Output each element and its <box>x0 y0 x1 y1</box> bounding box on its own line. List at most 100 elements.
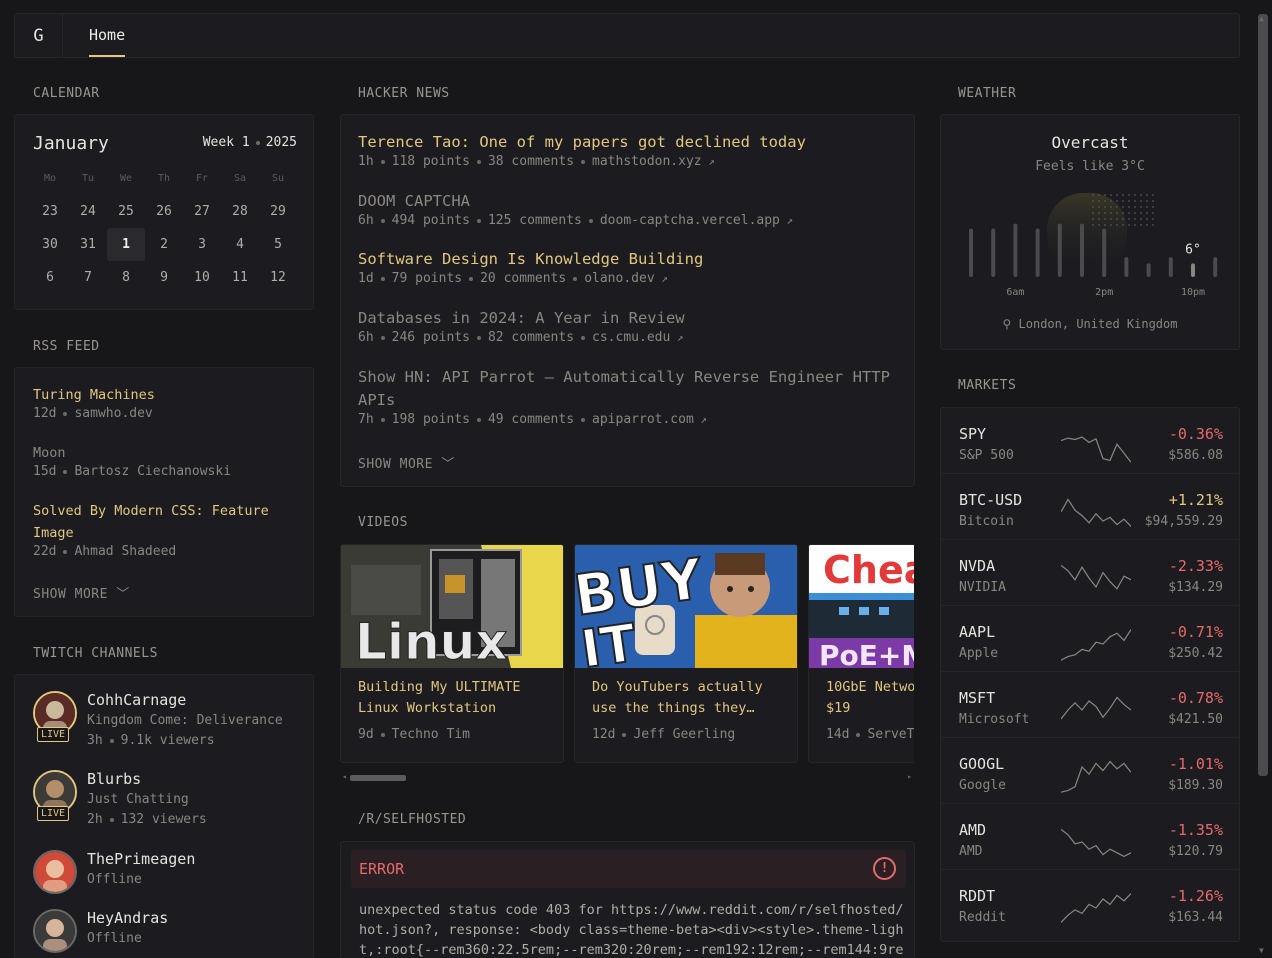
videos-carousel[interactable]: Linux Building My ULTIMATE Linux Worksta… <box>340 544 914 764</box>
active-tab-indicator <box>89 55 125 57</box>
hn-story-domain[interactable]: olano.dev <box>584 271 654 286</box>
video-thumbnail[interactable]: Chea PoE+M <box>809 545 914 668</box>
weather-widget: Overcast Feels like 3°C 6° 6am 2pm 10pm ⚲ L… <box>940 114 1240 350</box>
hn-show-more-button[interactable]: SHOW MORE ﹀ <box>358 453 455 472</box>
market-symbol[interactable]: BTC-USD <box>959 491 1022 509</box>
market-name: Reddit <box>959 910 1006 925</box>
hn-story-title[interactable]: Databases in 2024: A Year in Review <box>358 307 898 330</box>
twitch-channel[interactable]: LIVE Blurbs Just Chatting 2h 132 viewers <box>33 770 303 830</box>
rss-item-source[interactable]: Bartosz Ciechanowski <box>74 464 231 479</box>
market-row[interactable]: AAPL Apple -0.71% $250.42 <box>941 606 1239 672</box>
hn-story-domain[interactable]: doom-captcha.vercel.app <box>600 213 780 228</box>
video-title[interactable]: 10GbE Network Budget: $19 <box>826 677 914 719</box>
channel-avatar[interactable] <box>33 850 77 894</box>
calendar-day[interactable]: 10 <box>183 261 221 294</box>
market-row[interactable]: BTC-USD Bitcoin +1.21% $94,559.29 <box>941 474 1239 540</box>
video-title[interactable]: Do YouTubers actually use the things the… <box>592 677 792 719</box>
sparkline-path <box>1061 696 1131 720</box>
calendar-day[interactable]: 23 <box>31 195 69 228</box>
hn-story-title[interactable]: Software Design Is Knowledge Building <box>358 248 898 271</box>
rss-item-source[interactable]: Ahmad Shadeed <box>74 544 176 559</box>
market-row[interactable]: NVDA NVIDIA -2.33% $134.29 <box>941 540 1239 606</box>
calendar-day[interactable]: 9 <box>145 261 183 294</box>
hn-story-comments[interactable]: 20 comments <box>480 271 566 286</box>
calendar-day[interactable]: 29 <box>259 195 297 228</box>
market-symbol[interactable]: NVDA <box>959 557 995 575</box>
calendar-day[interactable]: 8 <box>107 261 145 294</box>
market-row[interactable]: MSFT Microsoft -0.78% $421.50 <box>941 672 1239 738</box>
market-symbol[interactable]: AAPL <box>959 623 995 641</box>
channel-status: Just Chatting <box>87 792 189 807</box>
hn-story-title[interactable]: DOOM CAPTCHA <box>358 190 898 213</box>
calendar-day[interactable]: 28 <box>221 195 259 228</box>
hn-story-comments[interactable]: 82 comments <box>488 330 574 345</box>
market-price: $120.79 <box>1168 844 1223 859</box>
calendar-day[interactable]: 12 <box>259 261 297 294</box>
twitch-channel[interactable]: HeyAndras Offline <box>33 909 303 958</box>
scroll-down-arrow-icon[interactable]: ▼ <box>1259 946 1264 955</box>
market-sparkline <box>1061 498 1131 527</box>
video-card[interactable]: BUY IT Do YouTubers actually use the thi… <box>574 544 798 763</box>
hn-story-domain[interactable]: cs.cmu.edu <box>592 330 670 345</box>
market-row[interactable]: GOOGL Google -1.01% $189.30 <box>941 738 1239 804</box>
video-channel[interactable]: Techno Tim <box>392 727 470 742</box>
calendar-day[interactable]: 2 <box>145 228 183 261</box>
market-symbol[interactable]: RDDT <box>959 887 995 905</box>
page-scrollbar[interactable]: ▲ ▼ <box>1256 14 1270 955</box>
twitch-channel[interactable]: LIVE CohhCarnage Kingdom Come: Deliverance… <box>33 691 303 751</box>
channel-name[interactable]: HeyAndras <box>87 909 168 927</box>
channel-name[interactable]: Blurbs <box>87 770 141 788</box>
channel-avatar[interactable] <box>33 909 77 953</box>
rss-item-source[interactable]: samwho.dev <box>74 406 152 421</box>
calendar-day[interactable]: 27 <box>183 195 221 228</box>
video-card[interactable]: Chea PoE+M 10GbE Network Budget: $19 14d… <box>808 544 914 763</box>
rss-item-title[interactable]: Solved By Modern CSS: Feature Image <box>33 500 303 544</box>
video-card[interactable]: Linux Building My ULTIMATE Linux Worksta… <box>340 544 564 763</box>
twitch-channel[interactable]: ThePrimeagen Offline <box>33 850 303 910</box>
nav-tab-home[interactable]: Home <box>89 26 125 44</box>
calendar-day[interactable]: 24 <box>69 195 107 228</box>
channel-name[interactable]: ThePrimeagen <box>87 850 195 868</box>
calendar-day[interactable]: 4 <box>221 228 259 261</box>
market-symbol[interactable]: SPY <box>959 425 986 443</box>
hn-story-comments[interactable]: 38 comments <box>488 154 574 169</box>
calendar-day[interactable]: 5 <box>259 228 297 261</box>
market-symbol[interactable]: MSFT <box>959 689 995 707</box>
calendar-day-today[interactable]: 1 <box>107 228 145 261</box>
hn-story-title[interactable]: Show HN: API Parrot – Automatically Reve… <box>358 366 898 412</box>
video-title[interactable]: Building My ULTIMATE Linux Workstation <box>358 677 558 719</box>
calendar-day[interactable]: 3 <box>183 228 221 261</box>
video-channel[interactable]: Jeff Geerling <box>633 727 735 742</box>
videos-scrollbar-thumb[interactable] <box>350 775 406 781</box>
video-thumbnail[interactable]: BUY IT <box>575 545 797 668</box>
page-scrollbar-thumb[interactable] <box>1258 14 1268 776</box>
market-row[interactable]: AMD AMD -1.35% $120.79 <box>941 804 1239 870</box>
hn-story-comments[interactable]: 49 comments <box>488 412 574 427</box>
channel-name[interactable]: CohhCarnage <box>87 691 186 709</box>
hn-story-comments[interactable]: 125 comments <box>488 213 582 228</box>
hn-story-domain[interactable]: apiparrot.com <box>592 412 694 427</box>
market-row[interactable]: SPY S&P 500 -0.36% $586.08 <box>941 408 1239 474</box>
videos-scrollbar[interactable]: ◂ ▸ <box>340 772 914 784</box>
calendar-day[interactable]: 25 <box>107 195 145 228</box>
calendar-day[interactable]: 31 <box>69 228 107 261</box>
hn-story-domain[interactable]: mathstodon.xyz <box>592 154 702 169</box>
calendar-day[interactable]: 26 <box>145 195 183 228</box>
calendar-day[interactable]: 30 <box>31 228 69 261</box>
scroll-right-arrow-icon[interactable]: ▸ <box>907 772 912 781</box>
video-thumbnail[interactable]: Linux <box>341 545 563 668</box>
calendar-day[interactable]: 6 <box>31 261 69 294</box>
app-logo[interactable]: G <box>15 14 63 57</box>
calendar-day[interactable]: 11 <box>221 261 259 294</box>
rss-item-title[interactable]: Moon <box>33 442 303 464</box>
rss-item-title[interactable]: Turing Machines <box>33 384 303 406</box>
market-symbol[interactable]: AMD <box>959 821 986 839</box>
scroll-left-arrow-icon[interactable]: ◂ <box>342 772 347 781</box>
video-channel[interactable]: ServeTheHome <box>867 727 914 742</box>
calendar-day[interactable]: 7 <box>69 261 107 294</box>
market-row[interactable]: RDDT Reddit -1.26% $163.44 <box>941 870 1239 936</box>
hn-story-title[interactable]: Terence Tao: One of my papers got declin… <box>358 131 898 154</box>
rss-show-more-button[interactable]: SHOW MORE ﹀ <box>33 583 130 602</box>
scroll-up-arrow-icon[interactable]: ▲ <box>1259 14 1264 23</box>
market-symbol[interactable]: GOOGL <box>959 755 1004 773</box>
